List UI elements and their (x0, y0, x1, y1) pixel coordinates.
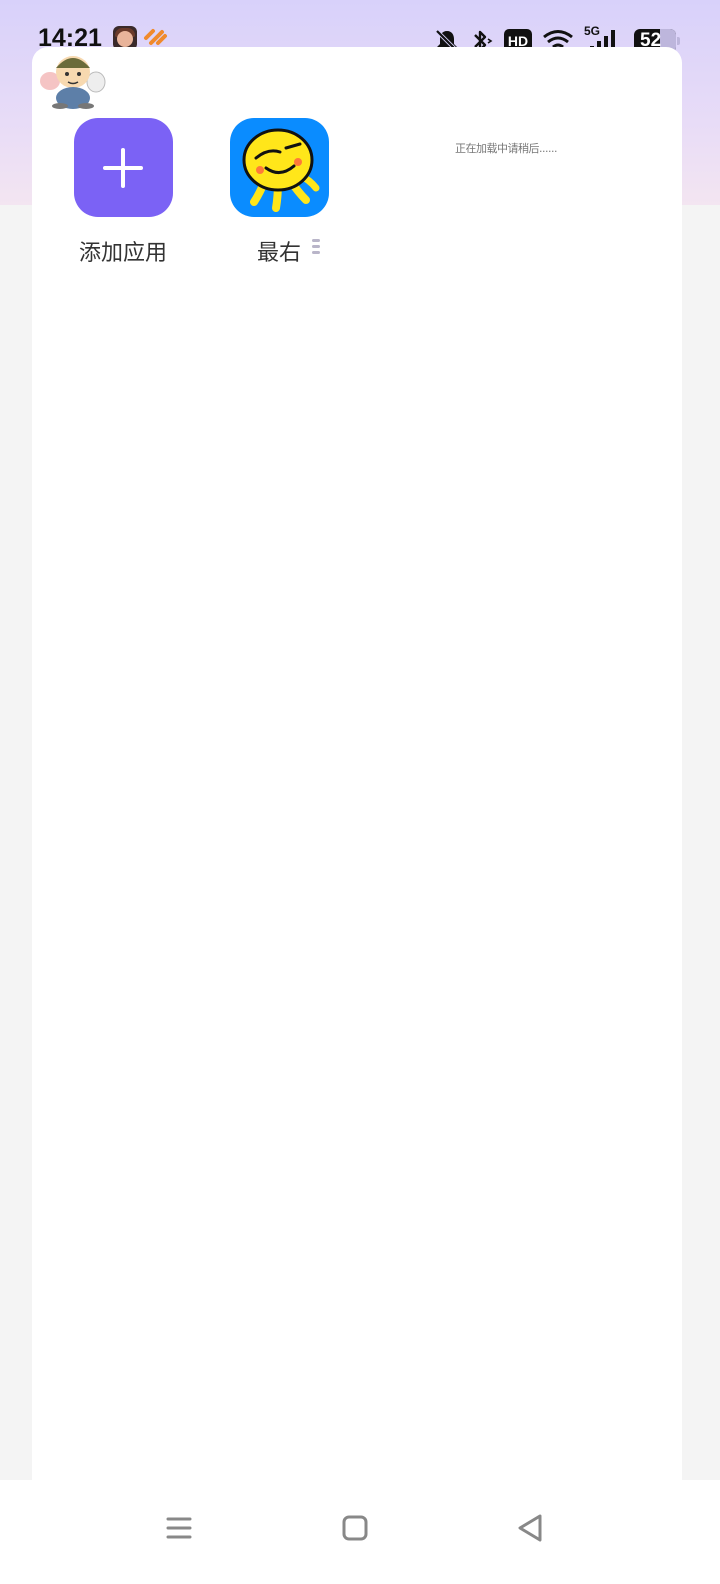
app-label-text: 最右 (256, 241, 301, 266)
add-app-tile[interactable]: 添加应用 (58, 118, 188, 267)
screen: 14:21 HD 5G 52 添加应用 最右 正在加载中请稍后...... (0, 0, 720, 1584)
back-icon[interactable] (508, 1508, 552, 1548)
floating-sticker[interactable] (38, 46, 114, 110)
navigation-bar (0, 1480, 720, 1584)
drag-handle-icon[interactable] (312, 239, 322, 257)
loading-text: 正在加载中请稍后...... (455, 142, 557, 155)
orange-app-icon (144, 29, 167, 45)
menu-icon[interactable] (157, 1508, 201, 1548)
plus-icon[interactable] (73, 118, 173, 217)
zuiyou-icon[interactable] (229, 118, 329, 217)
app-label: 添加应用 (78, 241, 167, 266)
zuiyou-app-tile[interactable]: 最右 (214, 118, 344, 267)
home-icon[interactable] (333, 1508, 377, 1548)
battery-level: 52 (640, 30, 662, 51)
app-label: 最右 (214, 235, 344, 267)
